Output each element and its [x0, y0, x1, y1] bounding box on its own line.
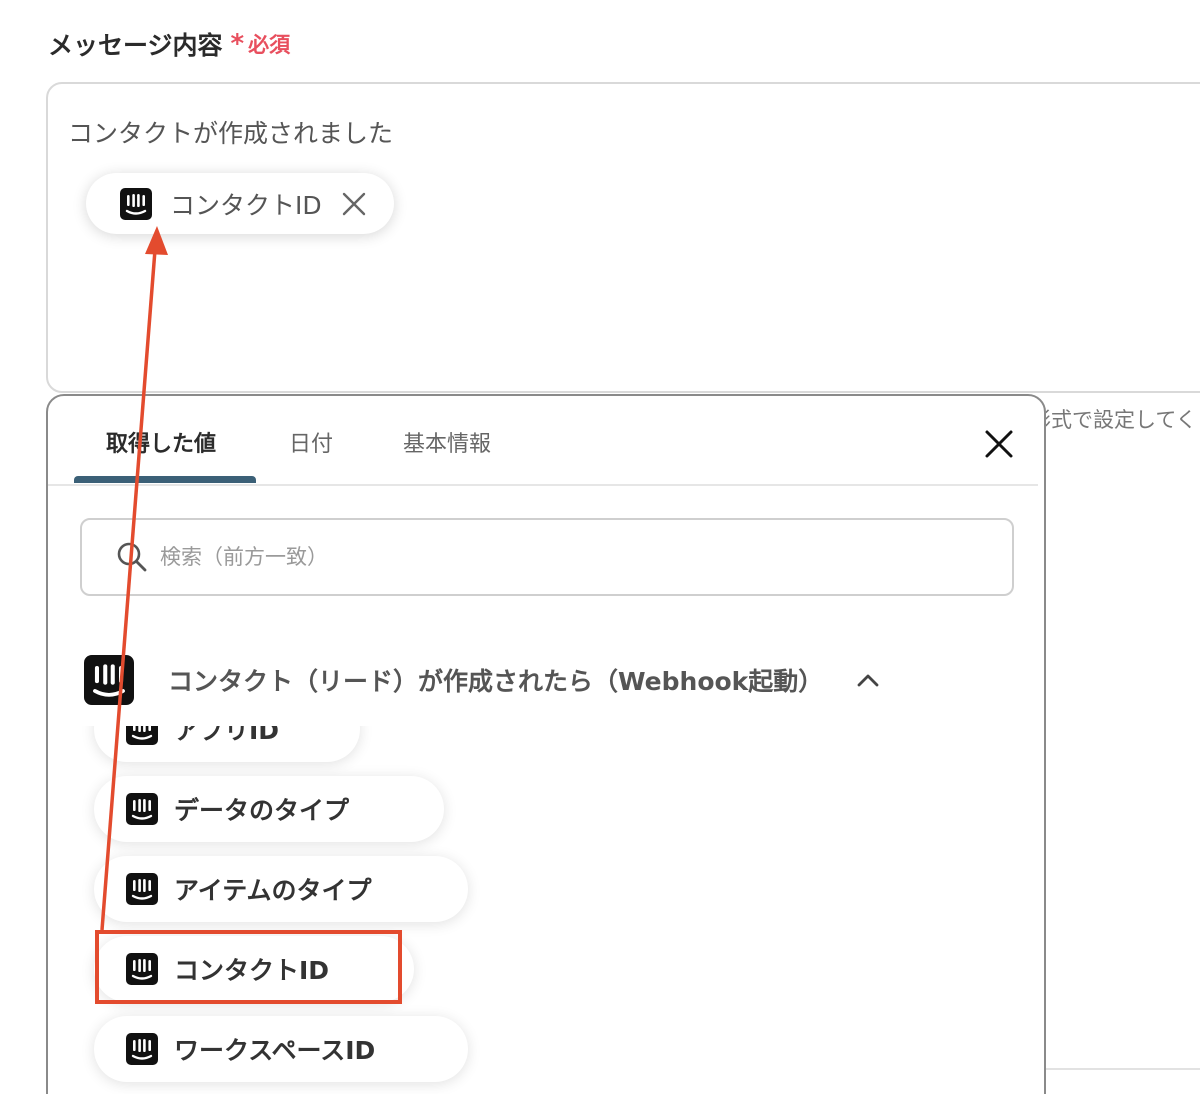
group-title: コンタクト（リード）が作成されたら（Webhook起動） [168, 667, 824, 696]
list-item-data-type[interactable]: データのタイプ [94, 776, 444, 842]
list-item-label: アプリID [174, 726, 280, 745]
divider [1044, 1068, 1200, 1070]
list-item-app-id[interactable]: アプリID [94, 726, 360, 762]
page: メッセージ内容 * 必須 コンタクトが作成されました コンタクトID 形式で設定… [0, 0, 1200, 1094]
intercom-icon [126, 873, 158, 905]
search-icon [116, 541, 148, 573]
intercom-icon [126, 726, 158, 745]
list-item-workspace-id[interactable]: ワークスペースID [94, 1016, 468, 1082]
list-item-label: データのタイプ [174, 796, 350, 825]
active-tab-indicator [74, 476, 256, 483]
tab-date[interactable]: 日付 [289, 426, 333, 458]
intercom-icon [126, 793, 158, 825]
popup-tabs: 取得した値 日付 基本情報 [48, 396, 1038, 486]
chevron-up-icon[interactable] [857, 673, 879, 687]
list-item-label: アイテムのタイプ [174, 876, 372, 905]
required-asterisk: * [230, 29, 245, 59]
intercom-icon [120, 187, 152, 220]
group-header-contact-created[interactable]: コンタクト（リード）が作成されたら（Webhook起動） [84, 652, 964, 708]
search-input[interactable] [160, 545, 920, 569]
remove-token-icon[interactable] [342, 192, 366, 216]
tab-acquired-values[interactable]: 取得した値 [106, 426, 216, 458]
required-label: 必須 [248, 33, 291, 57]
annotation-highlight-box [95, 930, 402, 1004]
field-label-text: メッセージ内容 [48, 31, 223, 60]
inserted-token-chip[interactable]: コンタクトID [86, 173, 394, 234]
field-hint-text: 形式で設定してく [1030, 408, 1197, 432]
message-textarea[interactable]: コンタクトが作成されました コンタクトID [46, 82, 1200, 393]
value-list: アプリID データのタイプ アイテムのタイプ コンタクトID ワークスペースID [48, 726, 1038, 1094]
message-text: コンタクトが作成されました [68, 119, 394, 148]
field-label: メッセージ内容 * 必須 [48, 26, 290, 62]
close-icon[interactable] [984, 429, 1014, 463]
tab-basic-info[interactable]: 基本情報 [403, 426, 491, 458]
token-label: コンタクトID [170, 190, 322, 220]
list-item-item-type[interactable]: アイテムのタイプ [94, 856, 468, 922]
intercom-icon [126, 1033, 158, 1065]
list-item-label: ワークスペースID [174, 1036, 376, 1065]
search-box[interactable] [80, 518, 1014, 596]
intercom-icon [84, 655, 134, 705]
